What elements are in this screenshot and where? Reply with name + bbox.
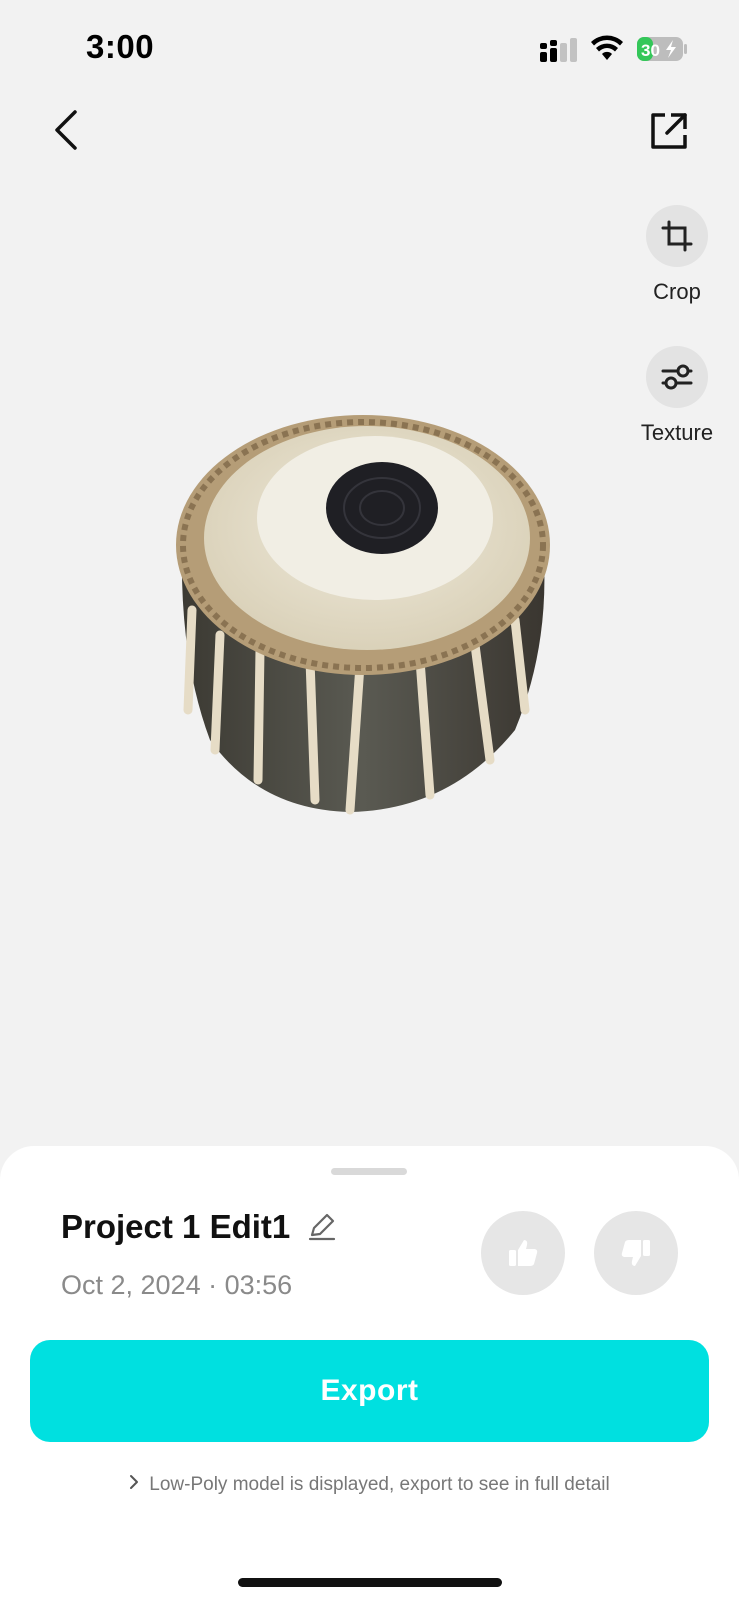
project-date: Oct 2, 2024 · 03:56 [61,1270,293,1300]
battery-icon: 30 [637,37,687,61]
bottom-sheet: Project 1 Edit1 Oct 2, 2024 · 03:56 Expo… [0,1146,739,1600]
chevron-right-icon [129,1474,139,1496]
cellular-signal-icon [540,38,577,62]
chevron-left-icon [55,110,77,150]
thumbs-up-button[interactable] [481,1211,565,1295]
status-bar: 3:00 30 [0,0,739,100]
wifi-icon [591,35,623,60]
crop-button[interactable] [646,205,708,267]
share-button[interactable] [644,106,694,156]
battery-level: 30 [641,41,660,60]
low-poly-notice[interactable]: Low-Poly model is displayed, export to s… [0,1474,739,1496]
pencil-icon[interactable] [306,1210,338,1242]
texture-label: Texture [640,420,714,445]
notice-text: Low-Poly model is displayed, export to s… [149,1474,610,1495]
texture-tool[interactable]: Texture [622,346,732,446]
back-button[interactable] [44,104,88,156]
crop-tool[interactable]: Crop [622,205,732,305]
texture-button[interactable] [646,346,708,408]
thumbs-down-button[interactable] [594,1211,678,1295]
export-button[interactable]: Export [30,1340,709,1442]
crop-label: Crop [653,279,701,304]
share-external-icon [651,113,687,149]
crop-icon [661,220,693,252]
thumbs-down-icon [621,1240,650,1266]
home-indicator [238,1578,502,1587]
sheet-grabber[interactable] [331,1168,407,1175]
status-time: 3:00 [86,28,155,65]
project-title: Project 1 Edit1 [61,1208,291,1245]
sliders-icon [661,364,693,390]
3d-model-preview[interactable] [170,410,570,840]
thumbs-up-icon [509,1240,538,1266]
